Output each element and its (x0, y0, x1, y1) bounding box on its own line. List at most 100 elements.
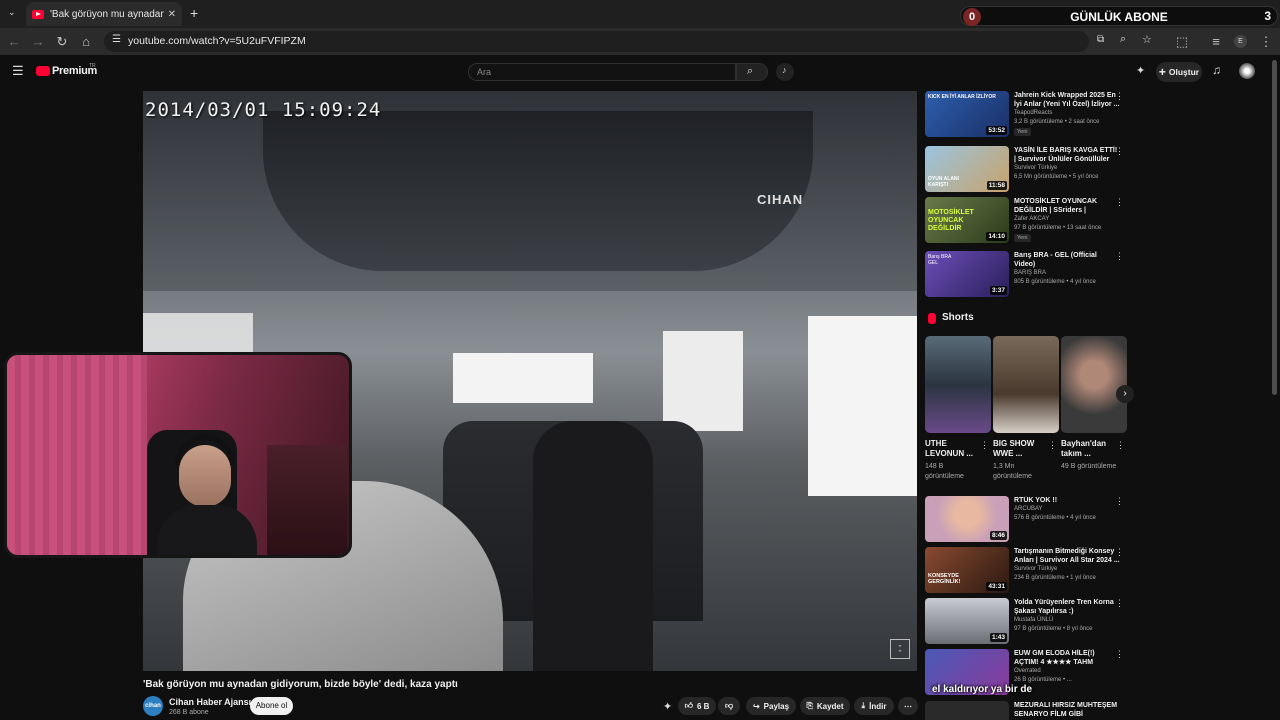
recommendation-title[interactable]: Yolda Yürüyenlere Tren Korna Şakası Yapı… (1014, 598, 1120, 616)
more-options-icon[interactable]: ⋮ (1115, 197, 1124, 208)
recommendation-title[interactable]: MEZURALI HIRSIZ MUHTEŞEM SENARYO FİLM Gİ… (1014, 701, 1120, 719)
ask-ai-icon[interactable]: ✦ (663, 700, 672, 713)
recommendation-thumbnail[interactable]: KICK EN İYİ ANLAR İZLİYOR 53:52 (925, 91, 1009, 137)
channel-name[interactable]: Cihan Haber Ajansı (169, 697, 251, 707)
recommendation-channel[interactable]: Overrated (1014, 668, 1041, 674)
short-item[interactable]: BIG SHOW WWE ... 1,3 Mn görüntüleme ⋮ (993, 336, 1059, 496)
recommendation-item[interactable]: 1:43 Yolda Yürüyenlere Tren Korna Şakası… (925, 598, 1130, 646)
browser-menu-icon[interactable]: ⋮ (1258, 34, 1274, 50)
recommendation-thumbnail[interactable]: Barış BRA GEL 3:37 (925, 251, 1009, 297)
more-actions-button[interactable]: ⋯ (898, 697, 918, 715)
recommendation-thumbnail[interactable]: MOTOSİKLET OYUNCAK DEĞİLDİR 14:10 (925, 197, 1009, 243)
subscribe-button[interactable]: Abone ol (250, 697, 293, 715)
hamburger-menu-icon[interactable]: ☰ (12, 63, 24, 79)
youtube-header: ☰ Premium TR Ara ⌕ ♪ ✦ + Oluştur ♫ (0, 55, 1280, 89)
browser-toolbar: ← → ↻ ⌂ ☰ youtube.com/watch?v=5U2uFVFIPZ… (0, 28, 1280, 55)
short-item[interactable]: UTHE LEVONUN ... 148 B görüntüleme ⋮ (925, 336, 991, 496)
short-title[interactable]: UTHE LEVONUN ... (925, 439, 977, 459)
browser-tab-active[interactable]: 'Bak görüyon mu aynadan gidiyorum'... ✕ (26, 2, 182, 26)
recommendation-channel[interactable]: Zafer AKCAY (1014, 216, 1049, 222)
notifications-bell-icon[interactable]: ♫ (1212, 63, 1221, 77)
recommendation-item[interactable]: MOTOSİKLET OYUNCAK DEĞİLDİR 14:10 MOTOSİ… (925, 197, 1130, 245)
cast-icon[interactable]: ✦ (1136, 64, 1145, 77)
recommendation-channel[interactable]: Mustafa ÜNLÜ (1014, 617, 1053, 623)
extensions-icon[interactable]: ⬚ (1174, 34, 1190, 50)
recommendation-item[interactable]: MEZURALI HIRSIZ MUHTEŞEM SENARYO FİLM Gİ… (925, 701, 1130, 720)
install-app-icon[interactable]: ⧉ (1097, 34, 1104, 45)
more-options-icon[interactable]: ⋮ (1115, 547, 1124, 558)
recommendation-channel[interactable]: Survivor Türkiye (1014, 566, 1057, 572)
url-bar[interactable]: ☰ youtube.com/watch?v=5U2uFVFIPZM ⧉ ⌕ ☆ (104, 31, 1152, 52)
recommendation-item[interactable]: KONSEYDE GERGİNLİK! 43:31 Tartışmanın Bi… (925, 547, 1130, 595)
channel-avatar[interactable]: cihan (143, 696, 163, 716)
more-options-icon[interactable]: ⋮ (1115, 251, 1124, 262)
recommendation-meta: 6,5 Mn görüntüleme • 5 yıl önce (1014, 174, 1099, 180)
recommendation-title[interactable]: RTÜK YOK !! (1014, 496, 1120, 505)
recommendation-title[interactable]: MOTOSİKLET OYUNCAK DEĞİLDİR | SSriders |… (1014, 197, 1120, 215)
recommendation-item[interactable]: Barış BRA GEL 3:37 Barış BRA - GEL (Offi… (925, 251, 1130, 299)
account-avatar[interactable] (1239, 63, 1255, 79)
like-count: 6 B (696, 701, 710, 711)
more-options-icon[interactable]: ⋮ (980, 440, 989, 451)
shorts-icon (928, 313, 936, 324)
shorts-next-button[interactable]: › (1116, 385, 1134, 403)
recommendation-title[interactable]: EUW GM ELODA HİLE(!) AÇTIM! 4 ★★★★ TAHM … (1014, 649, 1120, 667)
webcam-shelf (267, 445, 347, 555)
profile-avatar[interactable]: E (1234, 35, 1247, 48)
more-options-icon[interactable]: ⋮ (1115, 496, 1124, 507)
video-duration: 11:58 (986, 181, 1007, 190)
short-title[interactable]: BIG SHOW WWE ... (993, 439, 1045, 459)
short-thumbnail[interactable] (925, 336, 991, 433)
tab-list-icon[interactable]: ⌄ (8, 7, 16, 18)
recommendation-channel[interactable]: TeapodReacts (1014, 110, 1052, 116)
recommendation-item[interactable]: OYUN ALANI KARIŞTI 11:58 YASİN İLE BARIŞ… (925, 146, 1130, 194)
short-views: 148 B görüntüleme (925, 463, 964, 480)
more-options-icon[interactable]: ⋮ (1115, 146, 1124, 157)
zoom-icon[interactable]: ⌕ (1120, 33, 1126, 46)
new-tab-icon[interactable]: + (190, 5, 198, 21)
video-duration: 3:37 (989, 286, 1007, 295)
youtube-logo[interactable] (36, 66, 50, 76)
like-button[interactable]: 👍︎ 6 B (678, 697, 716, 715)
media-controls-icon[interactable]: ≡ (1208, 34, 1224, 49)
more-options-icon[interactable]: ⋮ (1048, 440, 1057, 451)
recommendation-title[interactable]: YASİN İLE BARIŞ KAVGA ETTİ! | Survivor Ü… (1014, 146, 1120, 164)
back-icon[interactable]: ← (6, 34, 22, 49)
short-thumbnail[interactable] (993, 336, 1059, 433)
voice-search-button[interactable]: ♪ (776, 63, 794, 81)
recommendation-channel[interactable]: Survivor Türkiye (1014, 165, 1057, 171)
recommendation-item[interactable]: 8:46 RTÜK YOK !! ARCUBAY 576 B görüntüle… (925, 496, 1130, 544)
recommendation-title[interactable]: Jahrein Kick Wrapped 2025 En İyi Anlar (… (1014, 91, 1120, 109)
short-item[interactable]: Bayhan'dan takım ... 49 B görüntüleme ⋮ (1061, 336, 1127, 496)
more-options-icon[interactable]: ⋮ (1116, 440, 1125, 451)
site-info-icon[interactable]: ☰ (112, 34, 121, 45)
page-scrollbar[interactable] (1272, 60, 1277, 395)
reload-icon[interactable]: ↻ (54, 34, 70, 50)
save-button[interactable]: ⎘ Kaydet (800, 697, 850, 715)
more-options-icon[interactable]: ⋮ (1115, 91, 1124, 102)
more-options-icon[interactable]: ⋮ (1115, 598, 1124, 609)
tab-close-icon[interactable]: ✕ (168, 9, 176, 20)
search-input[interactable]: Ara (468, 63, 736, 81)
download-button[interactable]: ⤓ İndir (854, 697, 894, 715)
recommendation-channel[interactable]: ARCUBAY (1014, 506, 1043, 512)
bookmark-star-icon[interactable]: ☆ (1142, 33, 1152, 46)
dislike-button[interactable]: 👎︎ (718, 697, 740, 715)
recommendation-title[interactable]: Tartışmanın Bitmediği Konsey Anları | Su… (1014, 547, 1120, 565)
search-button[interactable]: ⌕ (736, 63, 768, 81)
short-thumbnail[interactable] (1061, 336, 1127, 433)
recommendation-thumbnail[interactable] (925, 701, 1009, 720)
recommendation-title[interactable]: Barış BRA - GEL (Official Video) (1014, 251, 1120, 269)
recommendation-thumbnail[interactable]: 8:46 (925, 496, 1009, 542)
recommendation-thumbnail[interactable]: OYUN ALANI KARIŞTI 11:58 (925, 146, 1009, 192)
recommendation-channel[interactable]: BARIŞ BRA (1014, 270, 1046, 276)
recommendation-thumbnail[interactable]: KONSEYDE GERGİNLİK! 43:31 (925, 547, 1009, 593)
short-title[interactable]: Bayhan'dan takım ... (1061, 439, 1113, 459)
share-button[interactable]: ↪ Paylaş (746, 697, 796, 715)
recommendation-item[interactable]: KICK EN İYİ ANLAR İZLİYOR 53:52 Jahrein … (925, 91, 1130, 139)
recommendation-thumbnail[interactable]: 1:43 (925, 598, 1009, 644)
create-button[interactable]: + Oluştur (1156, 62, 1202, 82)
more-options-icon[interactable]: ⋮ (1115, 649, 1124, 660)
home-icon[interactable]: ⌂ (78, 34, 94, 49)
forward-icon[interactable]: → (30, 34, 46, 49)
